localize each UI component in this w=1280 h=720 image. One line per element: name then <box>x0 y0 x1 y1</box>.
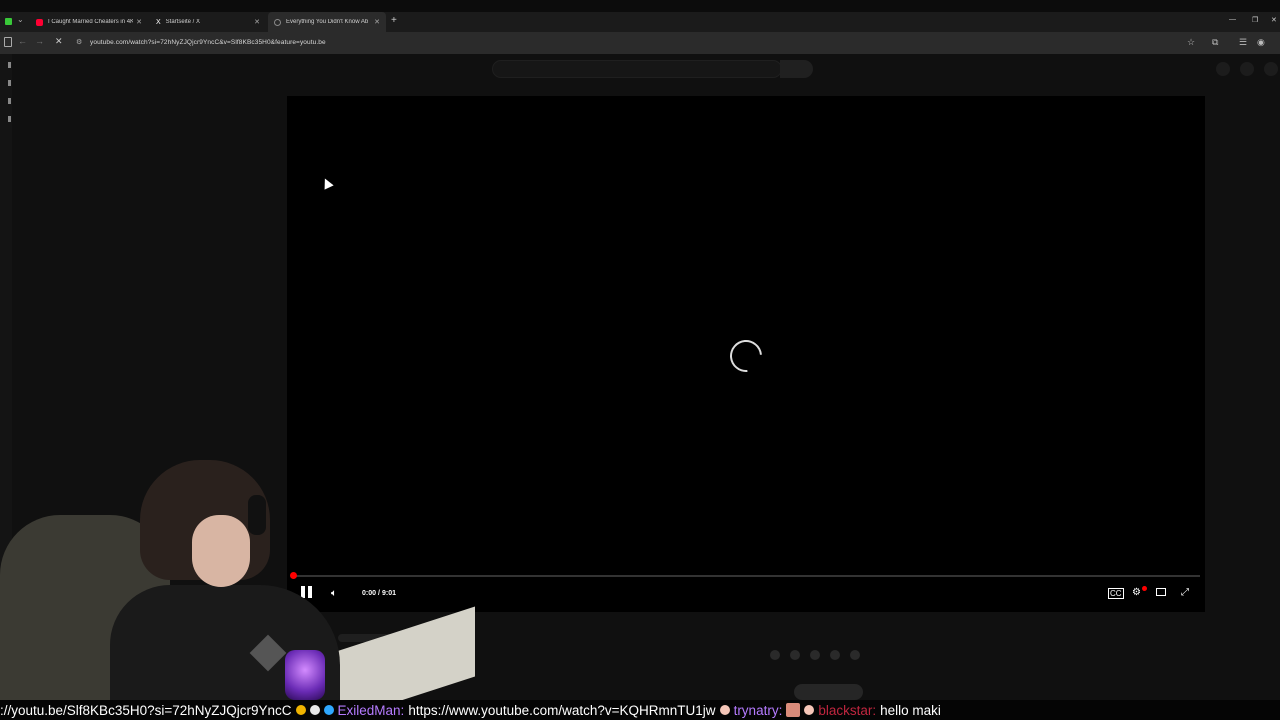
new-tab-button[interactable]: + <box>391 15 397 26</box>
browser-logo-icon <box>5 18 12 25</box>
profile-icon[interactable]: ◉ <box>1257 37 1265 48</box>
chat-username: blackstar: <box>818 702 877 718</box>
chat-message-text: hello maki <box>880 702 941 718</box>
star-icon[interactable]: ☆ <box>1187 37 1195 48</box>
placeholder-dot <box>770 650 780 660</box>
tab-x-startseite[interactable]: X Startseite / X ✕ <box>150 12 266 32</box>
url-field[interactable]: youtube.com/watch?si=72hNyZJQjcr9YncC&v=… <box>90 39 326 46</box>
sidebar-icon[interactable] <box>8 62 11 68</box>
notifications-icon[interactable] <box>1240 62 1254 76</box>
back-icon[interactable]: ← <box>18 36 27 46</box>
webcam-person-face <box>192 515 250 587</box>
chat-message-text: ://youtu.be/Slf8KBc35H0?si=72hNyZJQjcr9Y… <box>0 702 292 718</box>
placeholder-dot <box>810 650 820 660</box>
hd-badge <box>1142 586 1147 591</box>
close-window-button[interactable]: ✕ <box>1271 16 1277 24</box>
tab-youtube-cheaters[interactable]: I Caught Married Cheaters in 4K ✕ <box>30 12 148 32</box>
subscribe-placeholder <box>794 684 863 700</box>
webcam-desk <box>330 606 475 700</box>
close-icon[interactable]: ✕ <box>136 18 142 26</box>
placeholder-dot <box>790 650 800 660</box>
emote-icon <box>786 703 801 717</box>
sidebar-icon[interactable] <box>8 80 11 86</box>
badge-icon <box>804 705 815 715</box>
chat-ticker: ://youtu.be/Slf8KBc35H0?si=72hNyZJQjcr9Y… <box>0 700 1280 720</box>
tab-search-icon[interactable]: ⌄ <box>17 15 24 24</box>
tab-label: Startseite / X <box>165 19 201 25</box>
settings-icon[interactable]: ⚙ <box>1132 587 1141 598</box>
tab-everything-you-didnt-know[interactable]: Everything You Didn't Know Ab ✕ <box>268 12 386 32</box>
badge-icon <box>719 705 730 715</box>
webcam-overlay <box>0 455 475 700</box>
action-buttons-placeholder <box>770 650 860 660</box>
tab-label: Everything You Didn't Know Ab <box>286 19 369 25</box>
title-strip <box>0 0 1280 12</box>
loading-spinner-icon <box>723 333 769 379</box>
x-icon: X <box>156 18 161 26</box>
search-button[interactable] <box>780 60 813 78</box>
maximize-button[interactable]: ❐ <box>1252 16 1258 24</box>
minimize-button[interactable]: — <box>1229 16 1236 23</box>
site-info-icon[interactable]: ⚙ <box>76 38 82 46</box>
sidebar-toggle-icon[interactable] <box>4 37 12 47</box>
chat-message-text: https://www.youtube.com/watch?v=KQHRmnTU… <box>408 702 716 718</box>
menu-icon[interactable]: ☰ <box>1239 37 1247 48</box>
webcam-microphone <box>285 650 325 700</box>
avatar[interactable] <box>1264 62 1278 76</box>
badge-icon <box>309 705 320 715</box>
theater-mode-icon[interactable] <box>1156 588 1166 596</box>
close-icon[interactable]: ✕ <box>254 18 260 26</box>
search-input[interactable] <box>492 60 782 78</box>
captions-icon[interactable]: CC <box>1108 588 1124 599</box>
sidebar-icon[interactable] <box>8 116 11 122</box>
youtube-icon <box>36 18 43 26</box>
extensions-icon[interactable]: ⧉ <box>1212 37 1218 48</box>
chat-username: trynatry: <box>733 702 783 718</box>
badge-icon <box>295 705 306 715</box>
sidebar-icon[interactable] <box>8 98 11 104</box>
webcam-headphones <box>248 495 266 535</box>
address-bar: ← → ✕ ⚙ youtube.com/watch?si=72hNyZJQjcr… <box>0 32 1280 54</box>
create-icon[interactable] <box>1216 62 1230 76</box>
placeholder-dot <box>830 650 840 660</box>
forward-icon[interactable]: → <box>35 36 44 46</box>
loading-icon <box>274 18 281 26</box>
fullscreen-icon[interactable]: ⤢ <box>1181 587 1189 598</box>
close-icon[interactable]: ✕ <box>374 18 380 26</box>
chat-username: ExiledMan: <box>337 702 405 718</box>
tab-label: I Caught Married Cheaters in 4K <box>48 19 133 25</box>
tab-bar: ⌄ I Caught Married Cheaters in 4K ✕ X St… <box>0 12 1280 32</box>
placeholder-dot <box>850 650 860 660</box>
badge-icon <box>323 705 334 715</box>
stop-icon[interactable]: ✕ <box>55 36 63 47</box>
